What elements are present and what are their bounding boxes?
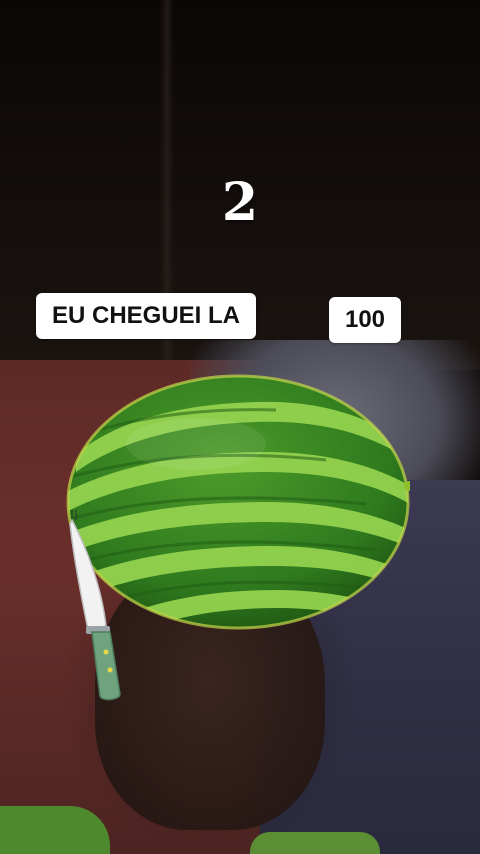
left-choice-label: EU CHEGUEI LA bbox=[36, 293, 256, 339]
game-screen: 2 EU CHEGUEI LA 100 bbox=[0, 0, 480, 854]
camera-background-green-object-2 bbox=[250, 832, 380, 854]
round-counter: 2 bbox=[221, 172, 259, 233]
knife-icon bbox=[69, 510, 121, 701]
camera-background-green-object bbox=[0, 806, 110, 854]
right-choice-label: 100 bbox=[329, 297, 401, 343]
